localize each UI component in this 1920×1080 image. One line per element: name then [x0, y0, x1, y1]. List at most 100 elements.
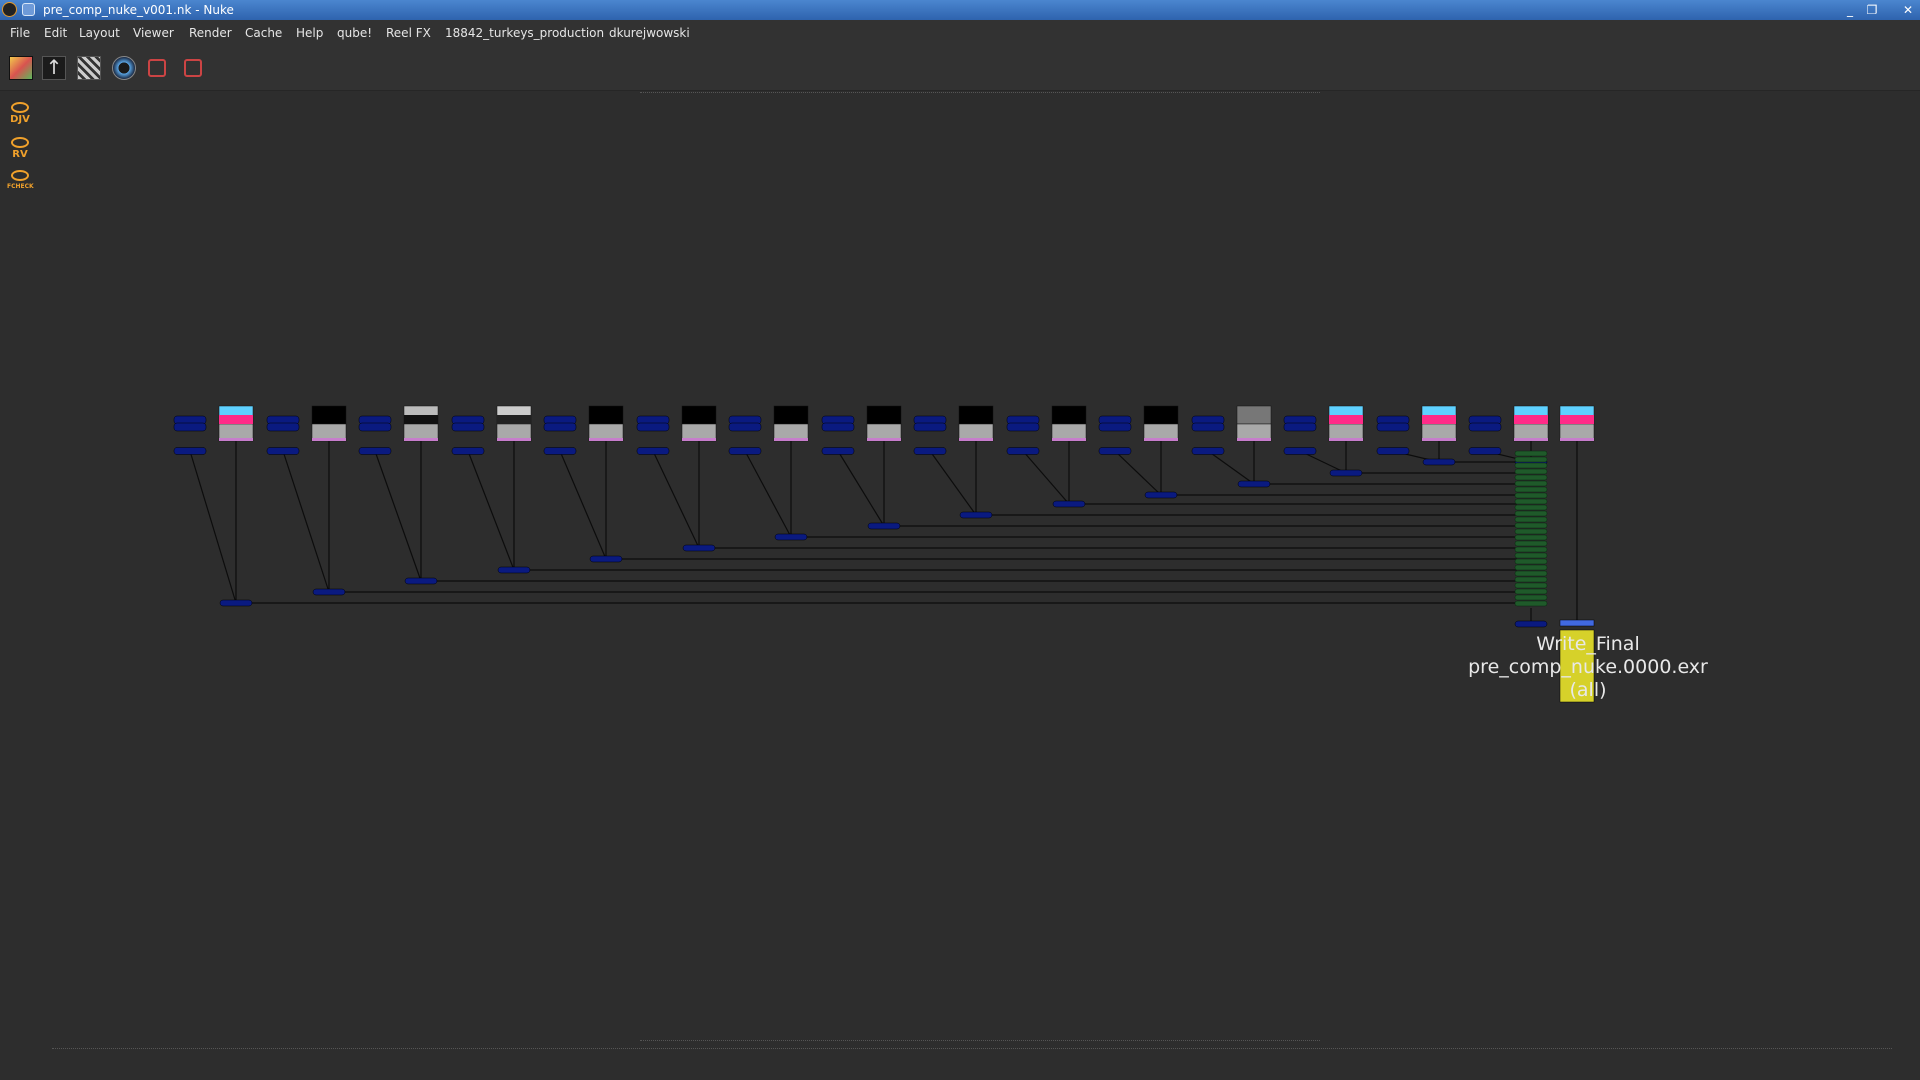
read-thumbnail-top[interactable] — [1051, 405, 1087, 425]
read-node-bottom[interactable] — [1468, 447, 1502, 455]
merge-stack-node[interactable] — [1514, 528, 1548, 535]
thumbnail-strip[interactable] — [774, 438, 808, 441]
color-picker-icon[interactable] — [9, 56, 33, 80]
read-node-bottom[interactable] — [1191, 447, 1225, 455]
read-node-mid[interactable] — [266, 422, 300, 432]
merge-stack-node[interactable] — [1514, 480, 1548, 487]
thumbnail-strip[interactable] — [867, 438, 901, 441]
thumbnail-strip[interactable] — [219, 438, 253, 441]
export-icon[interactable] — [148, 59, 166, 77]
merge-node[interactable] — [774, 533, 808, 541]
djv-viewer-button[interactable]: DJV — [7, 102, 33, 130]
read-node-bottom[interactable] — [1376, 447, 1410, 455]
merge-stack-node[interactable] — [1514, 558, 1548, 565]
read-thumbnail-top[interactable] — [773, 405, 809, 425]
merge-stack-node[interactable] — [1514, 576, 1548, 583]
window-menu-icon[interactable] — [22, 3, 35, 16]
read-node-bottom[interactable] — [358, 447, 392, 455]
thumbnail-gradient[interactable] — [1329, 415, 1363, 424]
read-node-bottom[interactable] — [173, 447, 207, 455]
read-node-bottom[interactable] — [266, 447, 300, 455]
merge-stack-node[interactable] — [1514, 588, 1548, 595]
menu-user[interactable]: dkurejwowski — [609, 26, 690, 40]
merge-node[interactable] — [1237, 480, 1271, 488]
merge-node[interactable] — [497, 566, 531, 574]
menu-reelfx[interactable]: Reel FX — [386, 26, 431, 40]
read-node-mid[interactable] — [543, 422, 577, 432]
upload-arrow-icon[interactable]: ↑ — [42, 56, 66, 80]
read-node-mid[interactable] — [451, 422, 485, 432]
thumbnail-strip[interactable] — [1560, 438, 1594, 441]
merge-stack-node[interactable] — [1514, 540, 1548, 547]
merge-node[interactable] — [589, 555, 623, 563]
read-node-mid[interactable] — [636, 422, 670, 432]
read-thumbnail-top[interactable] — [1143, 405, 1179, 425]
merge-output-node[interactable] — [1514, 620, 1548, 628]
merge-stack-node[interactable] — [1514, 504, 1548, 511]
read-node-mid[interactable] — [1468, 422, 1502, 432]
maximize-button[interactable]: ❐ — [1864, 2, 1880, 18]
merge-stack-node[interactable] — [1514, 492, 1548, 499]
merge-stack-node[interactable] — [1514, 486, 1548, 493]
read-node-bottom[interactable] — [728, 447, 762, 455]
thumbnail-gradient[interactable] — [1560, 415, 1594, 424]
thumbnail-strip[interactable] — [1237, 438, 1271, 441]
read-node-bottom[interactable] — [1098, 447, 1132, 455]
thumbnail-gradient[interactable] — [497, 415, 531, 424]
merge-stack-node[interactable] — [1514, 570, 1548, 577]
merge-stack-node[interactable] — [1514, 498, 1548, 505]
merge-node[interactable] — [959, 511, 993, 519]
merge-node[interactable] — [867, 522, 901, 530]
merge-node[interactable] — [312, 588, 346, 596]
read-node-mid[interactable] — [728, 422, 762, 432]
read-thumbnail-top[interactable] — [866, 405, 902, 425]
lens-icon[interactable] — [112, 56, 136, 80]
thumbnail-gradient[interactable] — [1422, 415, 1456, 424]
merge-stack-node[interactable] — [1514, 522, 1548, 529]
merge-stack-node[interactable] — [1514, 564, 1548, 571]
read-thumbnail-top[interactable] — [958, 405, 994, 425]
merge-stack-node[interactable] — [1514, 468, 1548, 475]
read-thumbnail-top[interactable] — [1236, 405, 1272, 425]
read-node-bottom[interactable] — [913, 447, 947, 455]
merge-stack-node[interactable] — [1514, 600, 1548, 607]
menu-cache[interactable]: Cache — [245, 26, 282, 40]
read-node-bottom[interactable] — [821, 447, 855, 455]
thumbnail-strip[interactable] — [404, 438, 438, 441]
merge-node[interactable] — [1052, 500, 1086, 508]
read-node-mid[interactable] — [1098, 422, 1132, 432]
menu-edit[interactable]: Edit — [44, 26, 67, 40]
menu-layout[interactable]: Layout — [79, 26, 120, 40]
thumbnail-strip[interactable] — [959, 438, 993, 441]
merge-node[interactable] — [1329, 469, 1363, 477]
merge-stack-node[interactable] — [1514, 582, 1548, 589]
merge-stack-node[interactable] — [1514, 474, 1548, 481]
merge-node[interactable] — [219, 599, 253, 607]
read-thumbnail-top[interactable] — [588, 405, 624, 425]
thumbnail-strip[interactable] — [312, 438, 346, 441]
menu-render[interactable]: Render — [189, 26, 232, 40]
read-node-bottom[interactable] — [1283, 447, 1317, 455]
read-node-bottom[interactable] — [543, 447, 577, 455]
menu-qube[interactable]: qube! — [337, 26, 372, 40]
thumbnail-strip[interactable] — [682, 438, 716, 441]
write-node-header[interactable] — [1559, 619, 1595, 627]
rv-viewer-button[interactable]: RV — [7, 137, 33, 165]
merge-node[interactable] — [1144, 491, 1178, 499]
menu-production[interactable]: 18842_turkeys_production — [445, 26, 604, 40]
render-export-icon[interactable] — [184, 59, 202, 77]
merge-stack-node[interactable] — [1514, 546, 1548, 553]
merge-stack-node[interactable] — [1514, 456, 1548, 463]
read-node-bottom[interactable] — [451, 447, 485, 455]
read-node-bottom[interactable] — [1006, 447, 1040, 455]
thumbnail-strip[interactable] — [497, 438, 531, 441]
merge-stack-node[interactable] — [1514, 450, 1548, 457]
thumbnail-strip[interactable] — [1052, 438, 1086, 441]
checker-icon[interactable] — [77, 56, 101, 80]
read-thumbnail-top[interactable] — [681, 405, 717, 425]
thumbnail-strip[interactable] — [589, 438, 623, 441]
read-node-mid[interactable] — [1376, 422, 1410, 432]
thumbnail-gradient[interactable] — [404, 415, 438, 424]
merge-stack-node[interactable] — [1514, 462, 1548, 469]
menu-viewer[interactable]: Viewer — [133, 26, 174, 40]
